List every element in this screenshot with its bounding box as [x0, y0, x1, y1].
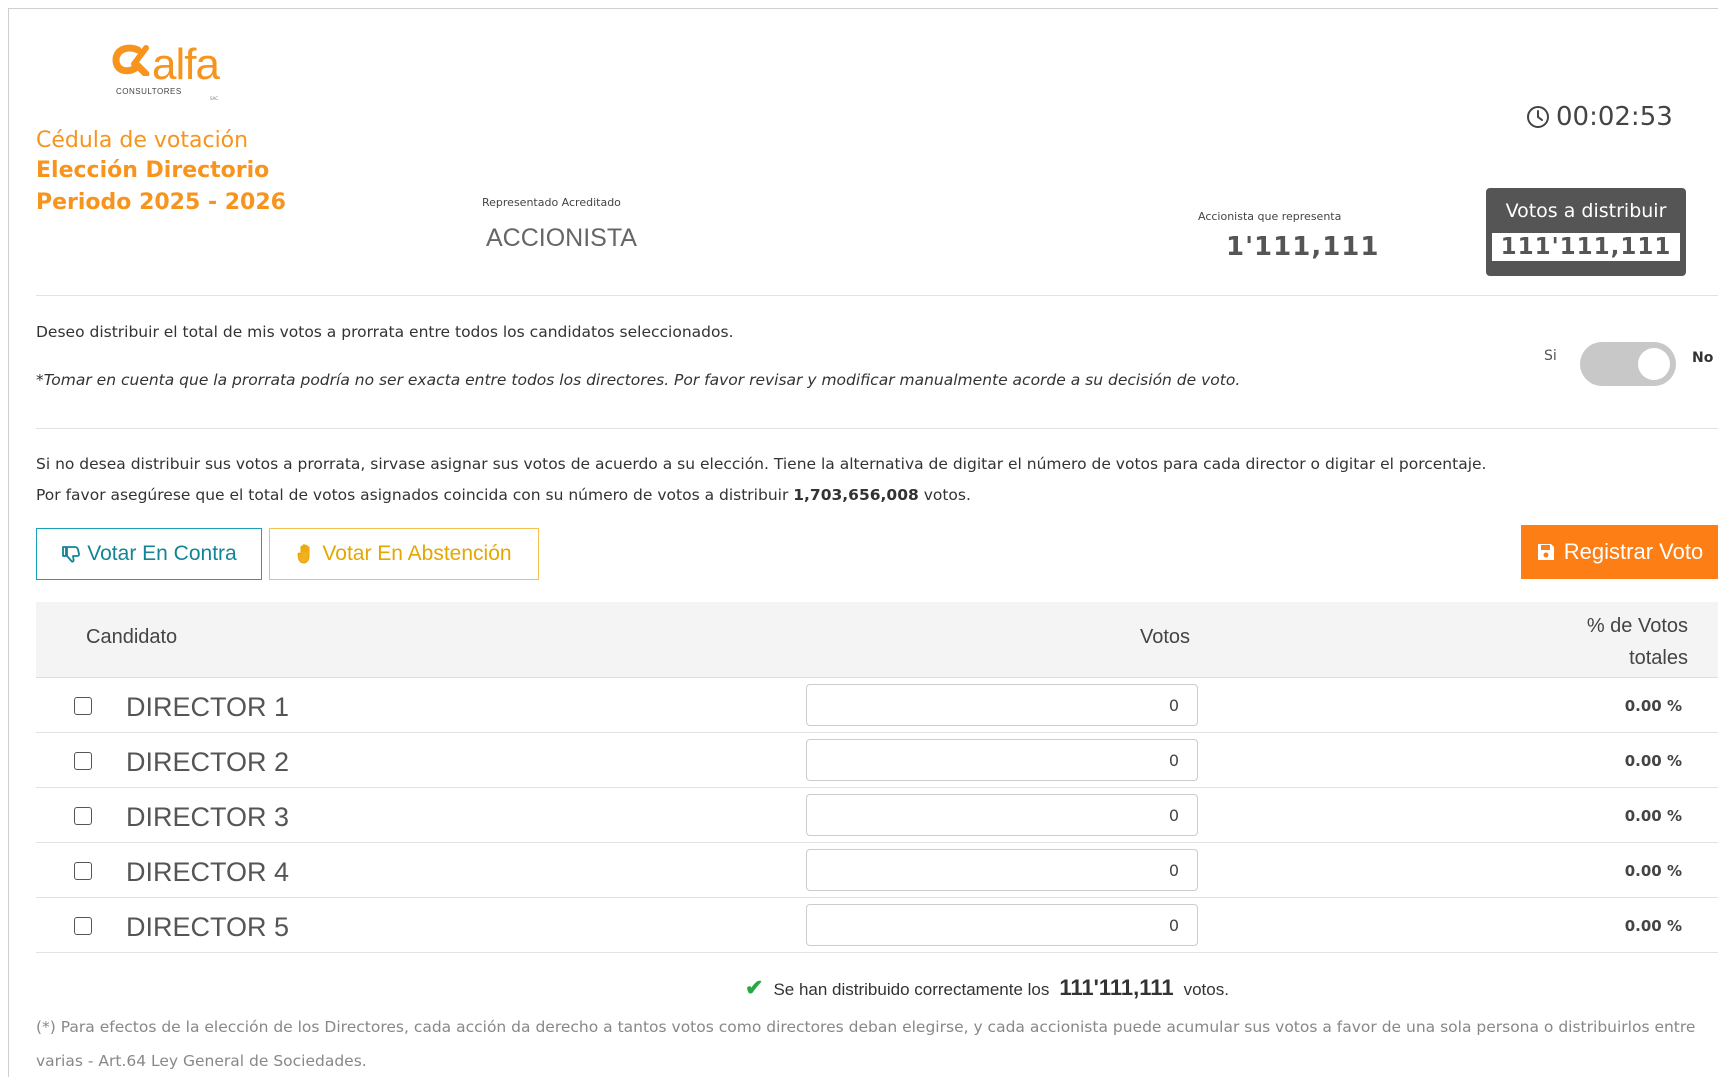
- table-row: DIRECTOR 1 0.00 %: [36, 678, 1718, 733]
- success-number: 111'111,111: [1059, 975, 1174, 1000]
- instructions-number: 1,703,656,008: [793, 486, 919, 504]
- logo-text: alfa: [152, 40, 220, 89]
- success-suffix: votos.: [1183, 980, 1229, 999]
- candidate-name: DIRECTOR 3: [126, 802, 290, 832]
- toggle-no-label: No: [1692, 350, 1714, 366]
- save-icon: [1537, 544, 1554, 560]
- vote-against-button[interactable]: Votar En Contra: [36, 528, 262, 580]
- vote-abstention-button[interactable]: Votar En Abstención: [269, 528, 539, 580]
- shareholder-value: 1'111,111: [1226, 232, 1380, 262]
- ballot-title: Cédula de votación: [36, 128, 249, 153]
- toggle-knob: [1638, 348, 1670, 380]
- votes-to-distribute-label: Votos a distribuir: [1505, 200, 1667, 222]
- election-period: Periodo 2025 - 2026: [36, 190, 286, 215]
- candidate-name: DIRECTOR 5: [126, 912, 290, 942]
- divider: [36, 295, 1718, 296]
- instructions-line-2: Por favor asegúrese que el total de voto…: [36, 486, 971, 504]
- candidate-checkbox[interactable]: [74, 752, 92, 770]
- register-vote-button[interactable]: Registrar Voto: [1521, 525, 1718, 579]
- divider: [36, 428, 1718, 429]
- register-vote-label: Registrar Voto: [1563, 539, 1704, 564]
- table-row: DIRECTOR 3 0.00 %: [36, 788, 1718, 843]
- prorata-text: Deseo distribuir el total de mis votos a…: [36, 323, 734, 341]
- votes-input[interactable]: [806, 904, 1198, 946]
- logo-subtitle: CONSULTORES: [116, 87, 182, 96]
- votes-input[interactable]: [806, 739, 1198, 781]
- distribution-success-message: ✔ Se han distribuido correctamente los 1…: [745, 975, 1229, 1001]
- vote-percentage: 0.00 %: [1624, 862, 1682, 880]
- instructions-line-1: Si no desea distribuir sus votos a prorr…: [36, 455, 1487, 473]
- shareholder-label: Accionista que representa: [1198, 210, 1342, 223]
- thumbs-down-icon: [62, 546, 81, 563]
- column-header-candidate: Candidato: [86, 626, 178, 648]
- candidate-checkbox[interactable]: [74, 917, 92, 935]
- countdown-timer: 00:02:53: [1526, 102, 1673, 132]
- instructions-suffix: votos.: [918, 486, 971, 504]
- toggle-yes-label: Si: [1544, 348, 1557, 364]
- success-prefix: Se han distribuido correctamente los: [773, 980, 1050, 999]
- representative-label: Representado Acreditado: [482, 196, 621, 209]
- timer-value: 00:02:53: [1556, 102, 1673, 132]
- candidate-name: DIRECTOR 4: [126, 857, 290, 887]
- table-row: DIRECTOR 4 0.00 %: [36, 843, 1718, 898]
- vote-percentage: 0.00 %: [1624, 917, 1682, 935]
- votes-to-distribute-value: 111'111,111: [1492, 233, 1680, 261]
- candidate-checkbox[interactable]: [74, 697, 92, 715]
- logo-suffix: SAC: [210, 96, 219, 101]
- vote-percentage: 0.00 %: [1624, 807, 1682, 825]
- candidate-checkbox[interactable]: [74, 862, 92, 880]
- company-logo: alfa CONSULTORES SAC: [112, 40, 232, 104]
- candidate-name: DIRECTOR 1: [126, 692, 290, 722]
- clock-icon: [1527, 106, 1549, 128]
- votes-input[interactable]: [806, 794, 1198, 836]
- votes-to-distribute-box: Votos a distribuir 111'111,111: [1486, 188, 1686, 276]
- votes-input[interactable]: [806, 849, 1198, 891]
- vote-percentage: 0.00 %: [1624, 697, 1682, 715]
- column-header-percentage-line-1: % de Votos: [1586, 615, 1688, 637]
- table-header: Candidato Votos % de Votos totales: [36, 602, 1718, 678]
- hand-icon: [297, 544, 310, 564]
- table-row: DIRECTOR 2 0.00 %: [36, 733, 1718, 788]
- vote-percentage: 0.00 %: [1624, 752, 1682, 770]
- representative-value: ACCIONISTA: [486, 224, 637, 252]
- column-header-percentage-line-2: totales: [1629, 647, 1688, 669]
- check-icon: ✔: [745, 975, 764, 1000]
- table-row: DIRECTOR 5 0.00 %: [36, 898, 1718, 953]
- vote-against-label: Votar En Contra: [87, 542, 237, 565]
- votes-input[interactable]: [806, 684, 1198, 726]
- election-name: Elección Directorio: [36, 158, 270, 183]
- candidate-name: DIRECTOR 2: [126, 747, 290, 777]
- instructions-prefix: Por favor asegúrese que el total de voto…: [36, 486, 794, 504]
- prorata-toggle[interactable]: [1580, 342, 1676, 386]
- legal-footnote: (*) Para efectos de la elección de los D…: [36, 1018, 1696, 1070]
- column-header-votes: Votos: [1140, 626, 1191, 648]
- vote-abstention-label: Votar En Abstención: [322, 542, 512, 565]
- candidate-checkbox[interactable]: [74, 807, 92, 825]
- column-header-percentage: % de Votos totales: [1528, 610, 1688, 674]
- prorata-note: *Tomar en cuenta que la prorrata podría …: [36, 371, 1241, 389]
- alpha-logo-icon: [112, 44, 150, 76]
